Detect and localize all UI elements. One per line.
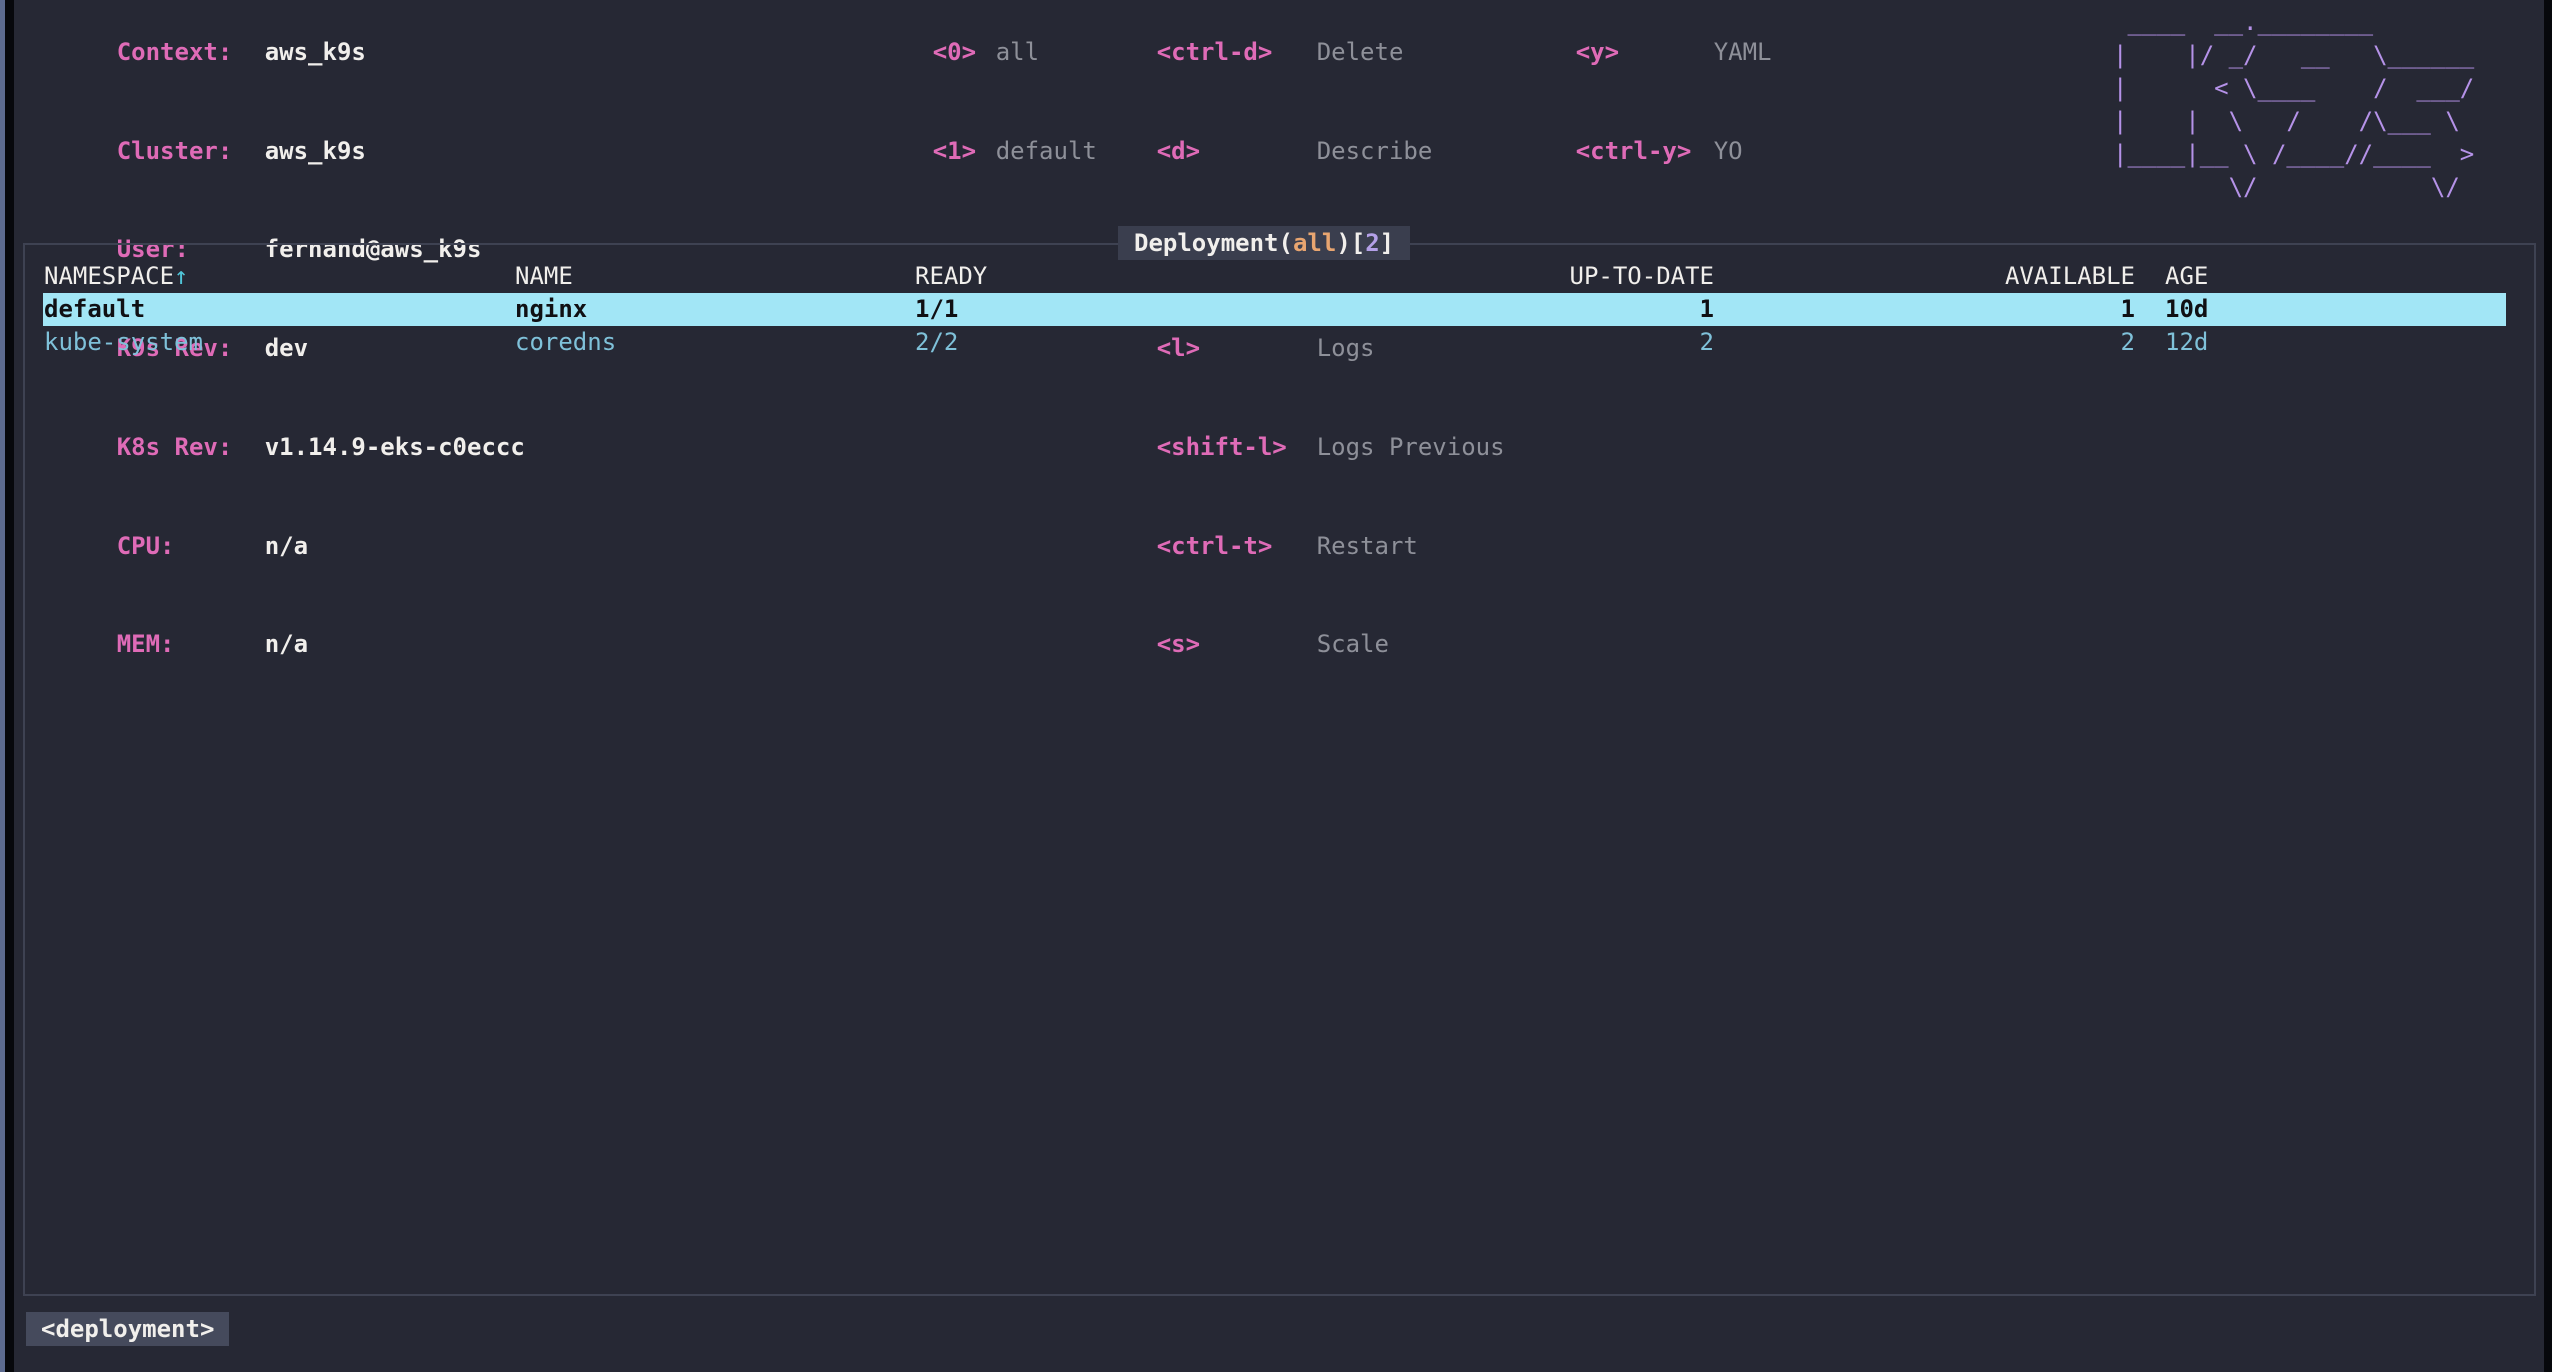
header-namespace-label: NAMESPACE — [44, 262, 174, 290]
hotkey-all-key: <0> — [933, 36, 996, 69]
table-frame-border — [23, 243, 2536, 1296]
table-title-prefix: Deployment( — [1134, 229, 1293, 257]
row-available: 1 — [1943, 293, 2135, 326]
hotkey-yaml-key: <y> — [1576, 36, 1714, 69]
row-age: 10d — [2165, 293, 2208, 326]
row-ready: 2/2 — [915, 326, 958, 359]
window-left-edge — [0, 0, 5, 1372]
row-up-to-date: 1 — [1443, 293, 1714, 326]
hotkey-yo: <ctrl-y>YO — [1489, 102, 1772, 201]
header-namespace: NAMESPACE↑ — [44, 260, 189, 293]
header-up-to-date: UP-TO-DATE — [1443, 260, 1714, 293]
breadcrumb-deployment[interactable]: <deployment> — [26, 1312, 229, 1346]
hotkey-delete: <ctrl-d>Delete — [1070, 3, 1505, 102]
hotkey-delete-label: Delete — [1317, 38, 1404, 66]
table-title: Deployment(all)[2] — [1118, 226, 1410, 260]
hotkey-delete-key: <ctrl-d> — [1157, 36, 1317, 69]
hotkey-yaml-label: YAML — [1714, 38, 1772, 66]
row-age: 12d — [2165, 326, 2208, 359]
hotkey-yo-label: YO — [1714, 137, 1743, 165]
info-label-context: Context: — [117, 36, 265, 69]
header-age: AGE — [2165, 260, 2208, 293]
row-ready: 1/1 — [915, 293, 958, 326]
hotkey-describe-key: <d> — [1157, 135, 1317, 168]
hotkey-all: <0>all — [846, 3, 1097, 102]
row-name: nginx — [515, 293, 587, 326]
table-title-mid: )[ — [1336, 229, 1365, 257]
hotkey-describe: <d>Describe — [1070, 102, 1505, 201]
hotkey-all-label: all — [996, 38, 1039, 66]
hotkeys-namespaces: <0>all <1>default — [846, 3, 1097, 200]
header-name: NAME — [515, 260, 573, 293]
hotkey-describe-label: Describe — [1317, 137, 1433, 165]
row-up-to-date: 2 — [1443, 326, 1714, 359]
info-row-context: Context:aws_k9s — [30, 3, 525, 102]
table-title-count: 2 — [1365, 229, 1379, 257]
table-title-close: ] — [1380, 229, 1394, 257]
hotkey-default-key: <1> — [933, 135, 996, 168]
row-namespace: default — [44, 293, 145, 326]
row-available: 2 — [1943, 326, 2135, 359]
hotkey-yo-key: <ctrl-y> — [1576, 135, 1714, 168]
info-label-cluster: Cluster: — [117, 135, 265, 168]
k9s-ascii-logo: ____ __.________ | |/ _/ __ \______ | < … — [2113, 6, 2474, 203]
info-row-cluster: Cluster:aws_k9s — [30, 102, 525, 201]
table-row-coredns[interactable]: kube-system coredns 2/2 2 2 12d — [43, 326, 2506, 359]
sort-ascending-icon: ↑ — [174, 262, 188, 290]
header-available: AVAILABLE — [1943, 260, 2135, 293]
row-name: coredns — [515, 326, 616, 359]
hotkey-default: <1>default — [846, 102, 1097, 201]
table-header-row: NAMESPACE↑ NAME READY UP-TO-DATE AVAILAB… — [43, 260, 2506, 293]
k9s-terminal: Context:aws_k9s Cluster:aws_k9s User:fer… — [14, 0, 2544, 1372]
hotkey-yaml: <y>YAML — [1489, 3, 1772, 102]
table-row-nginx[interactable]: default nginx 1/1 1 1 10d — [43, 293, 2506, 326]
info-value-context: aws_k9s — [265, 38, 366, 66]
info-value-cluster: aws_k9s — [265, 137, 366, 165]
row-namespace: kube-system — [44, 326, 203, 359]
table-title-scope: all — [1293, 229, 1336, 257]
hotkeys-yaml: <y>YAML <ctrl-y>YO — [1489, 3, 1772, 200]
header-ready: READY — [915, 260, 987, 293]
